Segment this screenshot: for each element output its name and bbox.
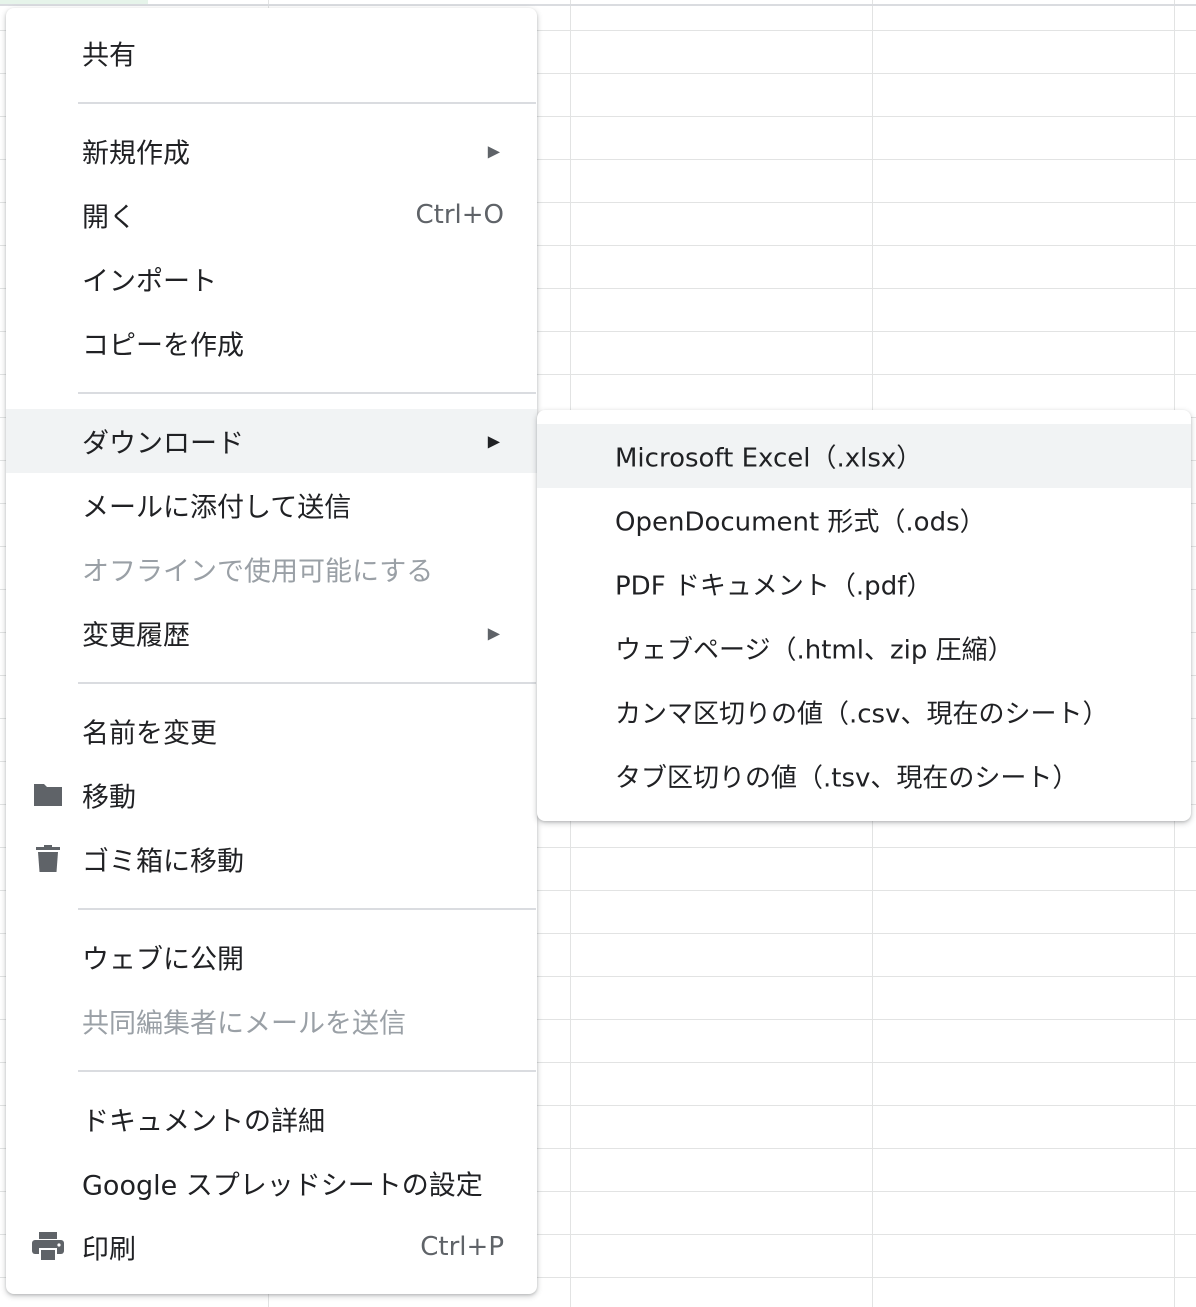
submenu-arrow-icon: ▶ [487, 141, 500, 161]
menu-item-print[interactable]: 印刷 Ctrl+P [6, 1215, 537, 1279]
menu-item-label: オフラインで使用可能にする [82, 556, 434, 588]
shortcut-hint: Ctrl+O [415, 200, 504, 230]
menu-item-label: 移動 [82, 782, 136, 814]
download-pdf[interactable]: PDF ドキュメント（.pdf） [537, 552, 1191, 616]
menu-item-label: コピーを作成 [82, 330, 244, 362]
menu-item-label: 共有 [82, 40, 136, 72]
menu-item-move-to-trash[interactable]: ゴミ箱に移動 [6, 827, 537, 891]
download-html[interactable]: ウェブページ（.html、zip 圧縮） [537, 616, 1191, 680]
menu-item-label: 共同編集者にメールを送信 [82, 1008, 406, 1040]
menu-item-publish-to-web[interactable]: ウェブに公開 [6, 925, 537, 989]
menu-item-label: ドキュメントの詳細 [82, 1106, 325, 1138]
shortcut-hint: Ctrl+P [420, 1232, 504, 1262]
menu-item-label: 印刷 [82, 1234, 136, 1266]
submenu-arrow-icon: ▶ [487, 431, 500, 451]
menu-item-import[interactable]: インポート [6, 247, 537, 311]
submenu-item-label: OpenDocument 形式（.ods） [615, 507, 986, 538]
menu-item-version-history[interactable]: 変更履歴 ▶ [6, 601, 537, 665]
menu-item-settings[interactable]: Google スプレッドシートの設定 [6, 1151, 537, 1215]
menu-item-label: 名前を変更 [82, 718, 217, 750]
menu-item-label: ウェブに公開 [82, 944, 244, 976]
menu-item-rename[interactable]: 名前を変更 [6, 699, 537, 763]
submenu-item-label: PDF ドキュメント（.pdf） [615, 571, 933, 602]
menu-item-download[interactable]: ダウンロード ▶ [6, 409, 537, 473]
menu-item-make-copy[interactable]: コピーを作成 [6, 311, 537, 375]
file-menu: 共有 新規作成 ▶ 開く Ctrl+O インポート コピーを作成 ダウンロード … [6, 8, 537, 1294]
menu-item-label: 新規作成 [82, 138, 190, 170]
download-ods[interactable]: OpenDocument 形式（.ods） [537, 488, 1191, 552]
menu-item-label: Google スプレッドシートの設定 [82, 1170, 483, 1202]
trash-icon [32, 843, 64, 875]
submenu-item-label: Microsoft Excel（.xlsx） [615, 443, 923, 474]
printer-icon [32, 1231, 64, 1263]
menu-item-label: 変更履歴 [82, 620, 190, 652]
download-submenu: Microsoft Excel（.xlsx） OpenDocument 形式（.… [537, 410, 1191, 821]
menu-item-email-attachment[interactable]: メールに添付して送信 [6, 473, 537, 537]
toolbar-divider [0, 4, 1196, 6]
menu-item-label: ゴミ箱に移動 [82, 846, 244, 878]
submenu-arrow-icon: ▶ [487, 623, 500, 643]
folder-icon [32, 779, 64, 811]
menu-separator [78, 1070, 536, 1072]
download-tsv[interactable]: タブ区切りの値（.tsv、現在のシート） [537, 744, 1191, 808]
menu-item-label: メールに添付して送信 [82, 492, 352, 524]
menu-item-move[interactable]: 移動 [6, 763, 537, 827]
menu-separator [78, 102, 536, 104]
menu-separator [78, 908, 536, 910]
menu-item-make-offline[interactable]: オフラインで使用可能にする [6, 537, 537, 601]
submenu-item-label: カンマ区切りの値（.csv、現在のシート） [615, 699, 1109, 730]
submenu-item-label: タブ区切りの値（.tsv、現在のシート） [615, 763, 1079, 794]
menu-item-new[interactable]: 新規作成 ▶ [6, 119, 537, 183]
submenu-item-label: ウェブページ（.html、zip 圧縮） [615, 635, 1014, 666]
menu-item-document-details[interactable]: ドキュメントの詳細 [6, 1087, 537, 1151]
menu-item-share[interactable]: 共有 [6, 21, 537, 85]
menu-separator [78, 392, 536, 394]
download-csv[interactable]: カンマ区切りの値（.csv、現在のシート） [537, 680, 1191, 744]
download-xlsx[interactable]: Microsoft Excel（.xlsx） [537, 424, 1191, 488]
menu-item-label: 開く [82, 202, 136, 234]
menu-item-label: インポート [82, 266, 217, 298]
menu-separator [78, 682, 536, 684]
menu-item-open[interactable]: 開く Ctrl+O [6, 183, 537, 247]
menu-item-email-collaborators[interactable]: 共同編集者にメールを送信 [6, 989, 537, 1053]
menu-item-label: ダウンロード [82, 428, 244, 460]
